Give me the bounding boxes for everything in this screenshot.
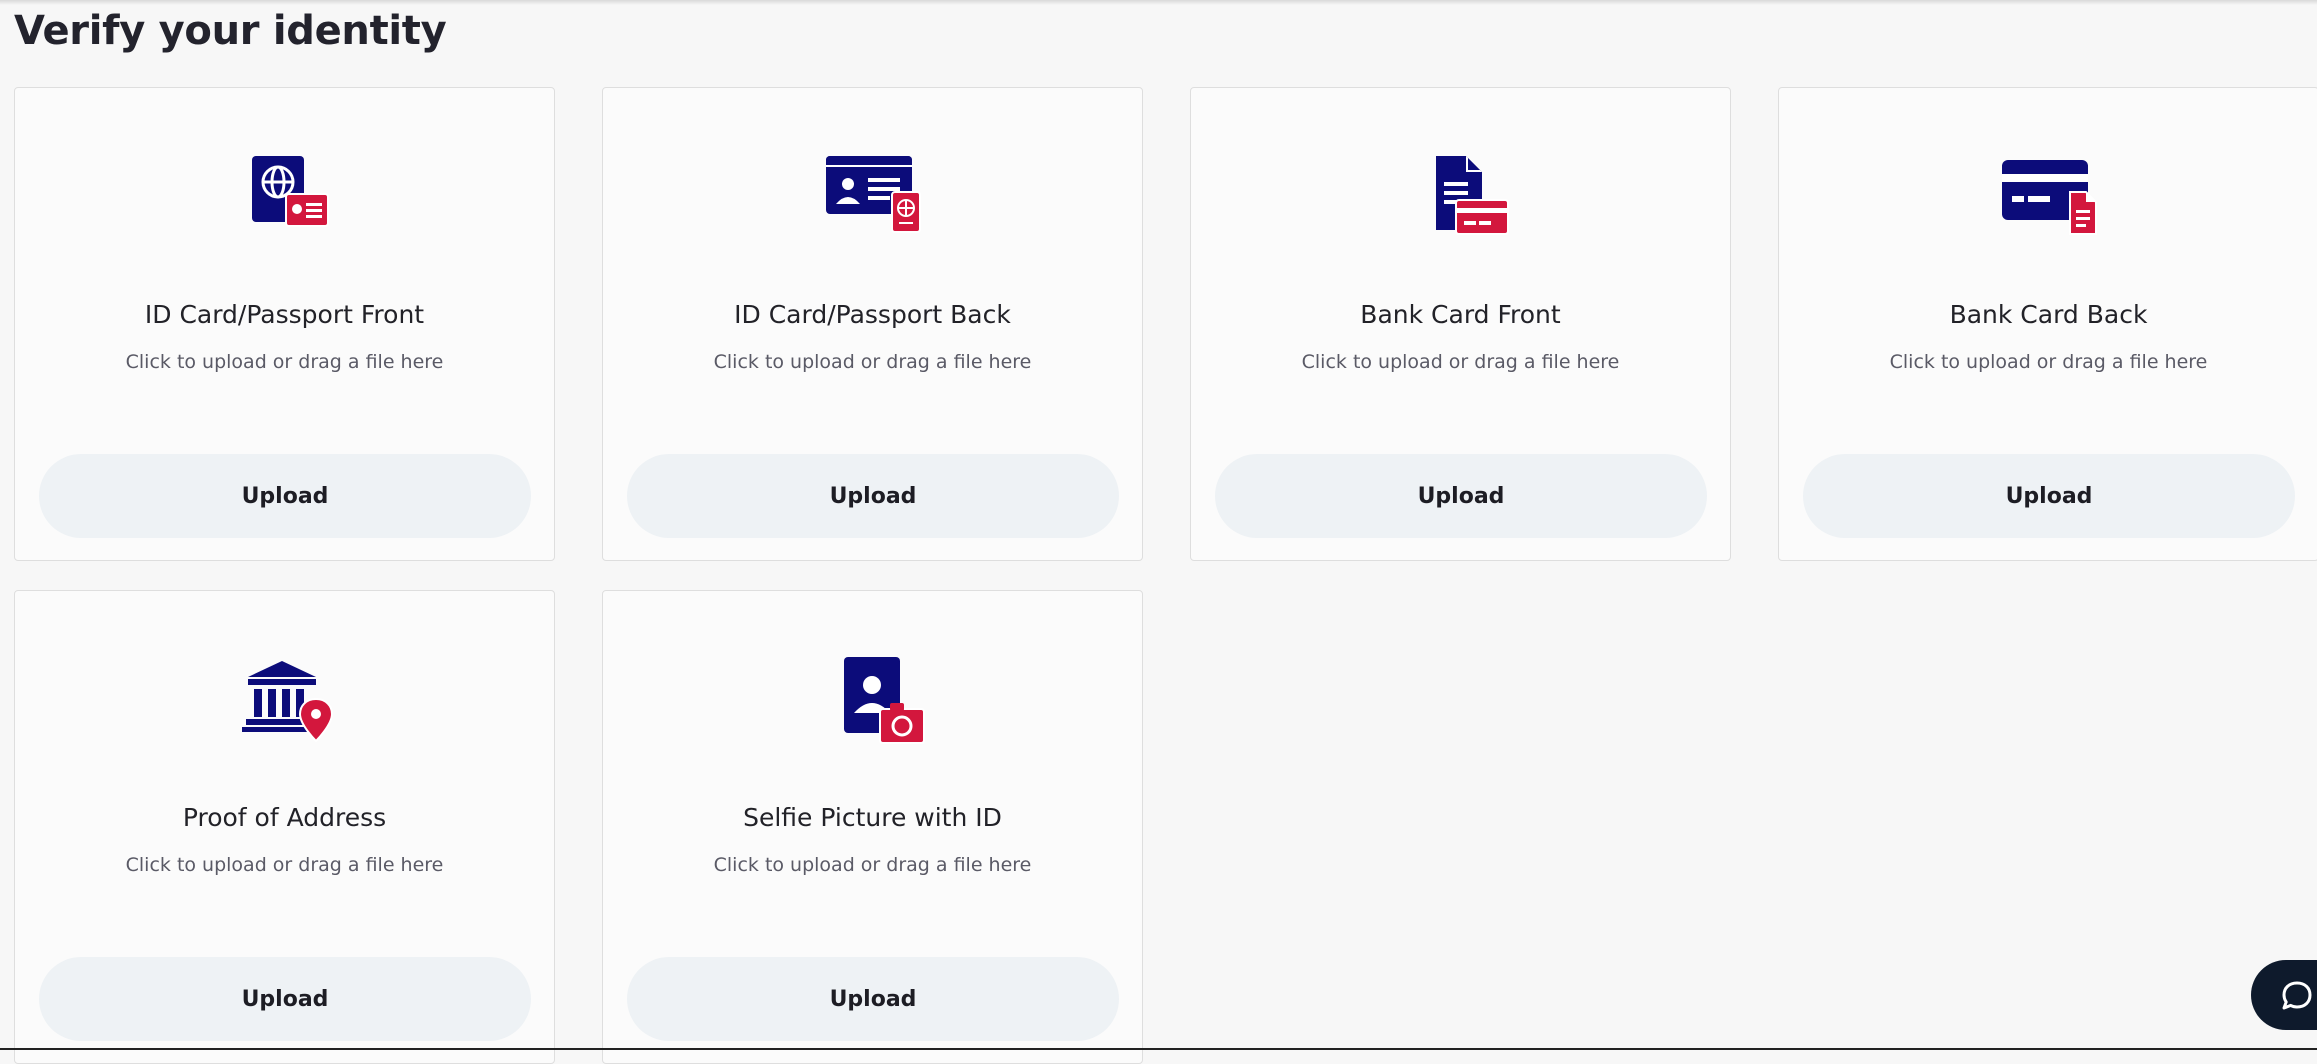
- card-hint: Click to upload or drag a file here: [713, 351, 1032, 373]
- upload-button-id-passport-back[interactable]: Upload: [627, 454, 1119, 538]
- card-hint: Click to upload or drag a file here: [125, 854, 444, 876]
- card-title: Selfie Picture with ID: [743, 803, 1002, 832]
- bank-card-front-icon: [1406, 144, 1516, 244]
- card-title: ID Card/Passport Back: [734, 300, 1011, 329]
- card-selfie-with-id[interactable]: Selfie Picture with ID Click to upload o…: [602, 590, 1143, 1064]
- card-hint: Click to upload or drag a file here: [125, 351, 444, 373]
- card-title: Bank Card Back: [1949, 300, 2148, 329]
- selfie-camera-icon: [818, 647, 928, 747]
- card-proof-of-address[interactable]: Proof of Address Click to upload or drag…: [14, 590, 555, 1064]
- card-id-passport-front[interactable]: ID Card/Passport Front Click to upload o…: [14, 87, 555, 561]
- top-shadow: [0, 0, 2317, 5]
- page-title: Verify your identity: [14, 8, 447, 54]
- card-bank-card-front[interactable]: Bank Card Front Click to upload or drag …: [1190, 87, 1731, 561]
- card-title: Proof of Address: [182, 803, 387, 832]
- bank-location-icon: [230, 647, 340, 747]
- card-title: Bank Card Front: [1360, 300, 1561, 329]
- upload-cards: ID Card/Passport Front Click to upload o…: [14, 87, 2317, 1064]
- upload-button-selfie-with-id[interactable]: Upload: [627, 957, 1119, 1041]
- bank-card-back-icon: [1994, 144, 2104, 244]
- card-hint: Click to upload or drag a file here: [713, 854, 1032, 876]
- chat-button[interactable]: [2251, 960, 2317, 1030]
- upload-button-bank-card-front[interactable]: Upload: [1215, 454, 1707, 538]
- upload-button-bank-card-back[interactable]: Upload: [1803, 454, 2295, 538]
- card-bank-card-back[interactable]: Bank Card Back Click to upload or drag a…: [1778, 87, 2317, 561]
- passport-front-icon: [230, 144, 340, 244]
- upload-button-id-passport-front[interactable]: Upload: [39, 454, 531, 538]
- card-hint: Click to upload or drag a file here: [1889, 351, 2208, 373]
- card-hint: Click to upload or drag a file here: [1301, 351, 1620, 373]
- card-id-passport-back[interactable]: ID Card/Passport Back Click to upload or…: [602, 87, 1143, 561]
- id-card-back-icon: [818, 144, 928, 244]
- upload-button-proof-of-address[interactable]: Upload: [39, 957, 531, 1041]
- card-title: ID Card/Passport Front: [144, 300, 425, 329]
